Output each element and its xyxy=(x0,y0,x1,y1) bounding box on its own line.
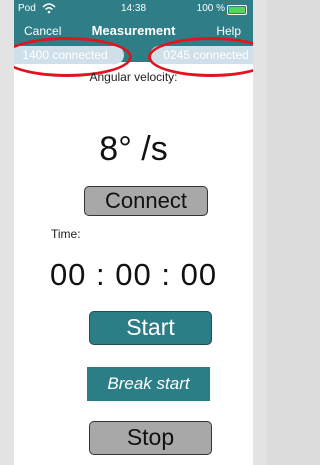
status-bar: Pod 14:38 100 % xyxy=(14,3,253,17)
angular-velocity-value: 8° /s xyxy=(99,130,168,168)
device-bezel-left xyxy=(0,0,14,465)
angular-velocity-label: Angular velocity: xyxy=(89,70,178,84)
stop-button[interactable]: Stop xyxy=(89,421,212,455)
app-screen: Pod 14:38 100 % Cancel Measurement Help … xyxy=(14,0,253,465)
battery-icon xyxy=(227,5,247,15)
time-value: 00 : 00 : 00 xyxy=(49,257,218,292)
start-button[interactable]: Start xyxy=(89,311,212,345)
connect-button[interactable]: Connect xyxy=(84,186,208,216)
battery-percent: 100 % xyxy=(196,3,225,14)
time-label: Time: xyxy=(51,227,81,241)
device-bezel-right xyxy=(253,0,267,465)
break-start-button[interactable]: Break start xyxy=(87,367,210,401)
